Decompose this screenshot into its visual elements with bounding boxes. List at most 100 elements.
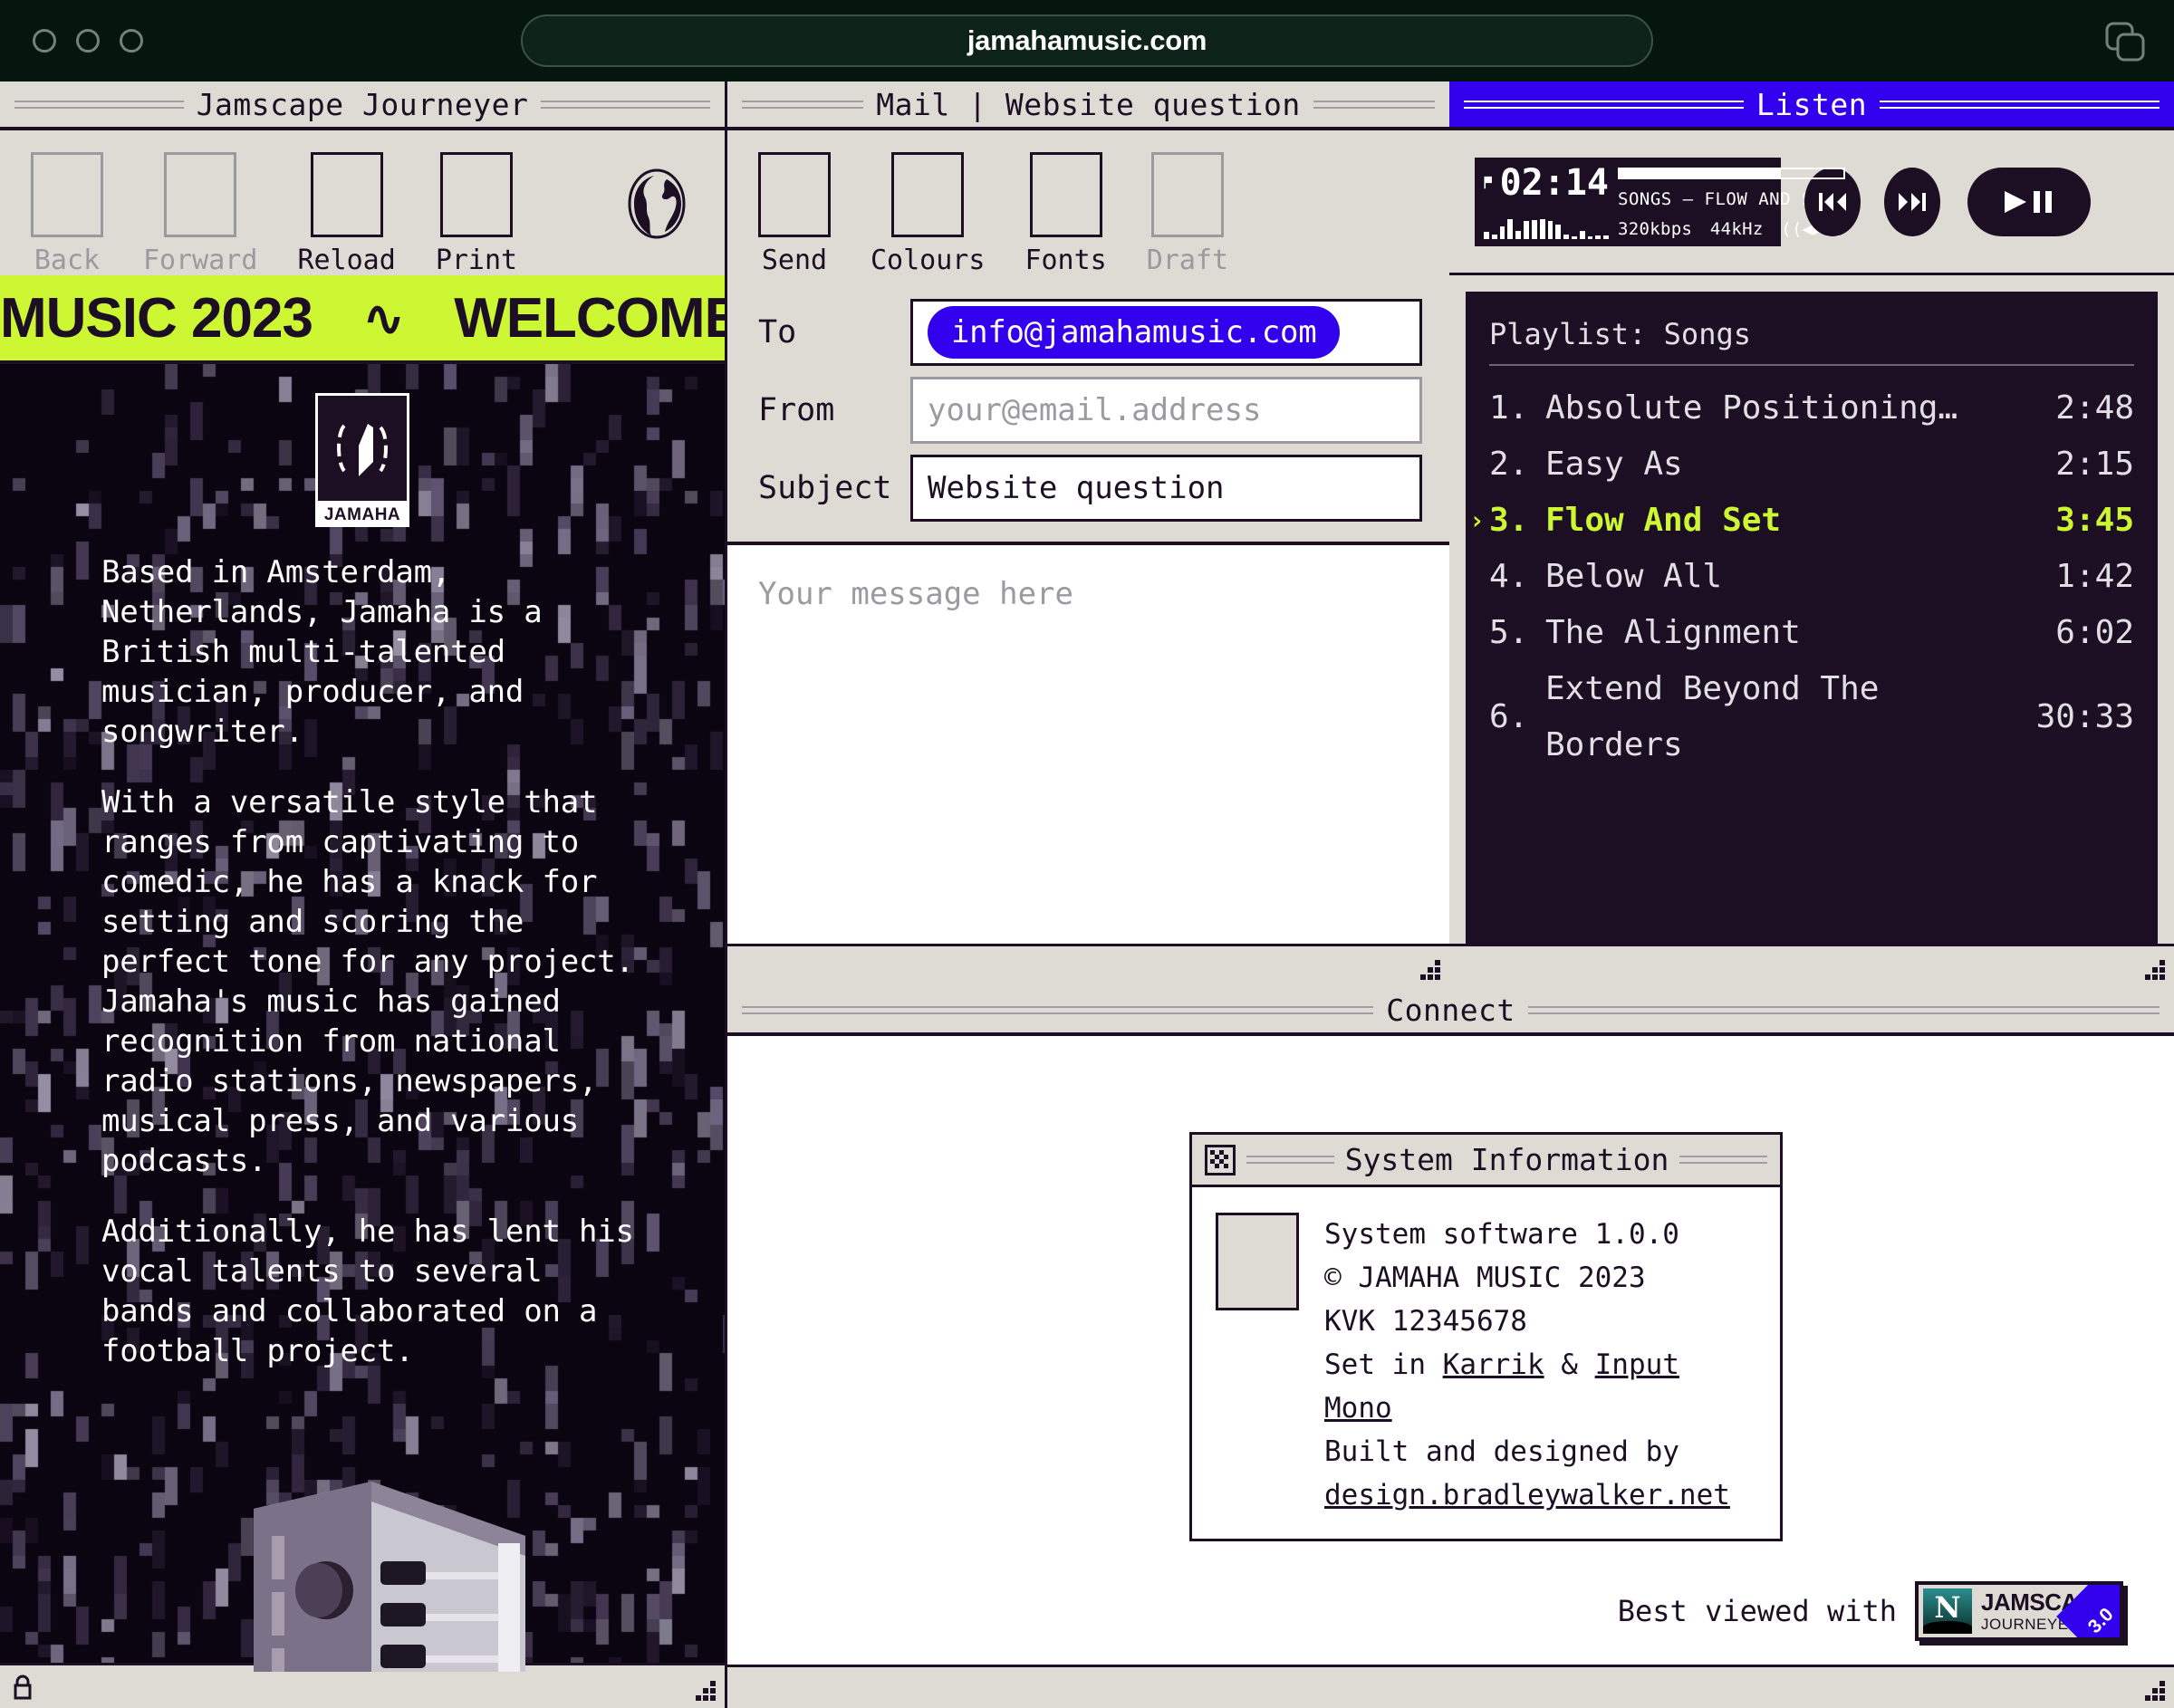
titlebar-rule-left (14, 100, 184, 109)
font-link-karrik[interactable]: Karrik (1443, 1348, 1544, 1381)
best-viewed-with: Best viewed with JAMSCAPE JOURNEYER 3.0 (1618, 1581, 2123, 1641)
mail-from-input[interactable]: your@email.address (910, 377, 1422, 444)
back-button[interactable]: Back (31, 152, 103, 276)
jamaha-logo-name: JAMAHA (323, 505, 401, 524)
player-lcd-display: 02:14 SONGS — FLOW AND SET… 320kbps 44kH… (1475, 157, 1845, 246)
maximize-window-button[interactable] (120, 29, 143, 53)
print-button[interactable]: Print (436, 152, 517, 276)
browser-chrome: jamahamusic.com (0, 0, 2174, 82)
reload-button[interactable]: Reload (297, 152, 396, 276)
connect-titlebar[interactable]: Connect (727, 987, 2174, 1036)
listen-window-pane: Listen 02:14 SONGS — FLOW AND SET… 320kb… (1449, 82, 2174, 987)
url-bar[interactable]: jamahamusic.com (521, 14, 1653, 67)
reload-label: Reload (297, 245, 396, 276)
mail-titlebar-rule-right (1313, 100, 1435, 109)
browser-toolbar: Back Forward Reload Print (0, 130, 725, 276)
forward-icon (164, 152, 237, 237)
now-playing-cursor: › (1469, 505, 1485, 535)
tabs-icon[interactable] (2100, 16, 2149, 65)
mail-titlebar[interactable]: Mail | Website question (727, 82, 1449, 130)
globe-icon[interactable] (627, 168, 687, 239)
lcd-samplerate: 44kHz (1709, 218, 1764, 239)
site-paragraph-3: Additionally, he has lent his vocal tale… (101, 1214, 634, 1369)
track-title: Easy As (1545, 446, 1683, 483)
equalizer-bar (1579, 230, 1585, 239)
lcd-bitrate: 320kbps (1618, 218, 1693, 239)
track-duration: 30:33 (2035, 698, 2134, 735)
lcd-left: 02:14 (1484, 165, 1609, 239)
track-row[interactable]: 4. Below All 1:42 (1489, 549, 2134, 605)
designer-link[interactable]: design.bradleywalker.net (1324, 1479, 1730, 1511)
track-row[interactable]: › 3. Flow And Set 3:45 (1469, 493, 2134, 549)
close-window-button[interactable] (33, 29, 56, 53)
mail-subject-label: Subject (758, 470, 892, 506)
browser-titlebar[interactable]: Jamscape Journeyer (0, 82, 725, 130)
connect-statusbar (727, 1665, 2174, 1708)
mail-fields: To info@jamahamusic.com From your@email.… (727, 275, 1449, 545)
track-row[interactable]: 5. The Alignment 6:02 (1489, 605, 2134, 661)
resize-grip[interactable] (692, 1677, 719, 1704)
track-number: 4. (1489, 558, 1529, 595)
minimize-window-button[interactable] (76, 29, 100, 53)
sysinfo-thumbnail (1216, 1213, 1299, 1310)
lock-icon (11, 1674, 34, 1701)
mail-to-input[interactable]: info@jamahamusic.com (910, 299, 1422, 366)
system-information-window: System Information System software 1.0.0… (1189, 1132, 1783, 1541)
mail-subject-field: Subject Website question (758, 455, 1422, 522)
connect-window-title: Connect (1386, 992, 1515, 1028)
jamscape-journeyer-badge[interactable]: JAMSCAPE JOURNEYER 3.0 (1915, 1581, 2123, 1641)
playing-flag-icon (1484, 176, 1492, 188)
track-row[interactable]: 6. Extend Beyond The Borders 30:33 (1489, 661, 2134, 773)
fonts-button[interactable]: Fonts (1024, 152, 1107, 276)
reload-icon (310, 152, 383, 237)
browser-window-title: Jamscape Journeyer (196, 86, 529, 122)
listen-resize-grip[interactable] (2141, 956, 2169, 984)
browser-window-pane: Jamscape Journeyer Back Forward Reload P… (0, 82, 725, 1708)
mail-titlebar-rule-left (742, 100, 864, 109)
sysinfo-line-credit: design.bradleywalker.net (1324, 1473, 1756, 1517)
send-button[interactable]: Send (758, 152, 831, 276)
marquee-text-1: MUSIC 2023 (0, 286, 313, 350)
playlist-divider (1489, 364, 2134, 366)
play-pause-icon (2005, 190, 2052, 213)
play-pause-button[interactable] (1967, 167, 2091, 236)
mail-from-placeholder: your@email.address (928, 392, 1262, 428)
draft-label: Draft (1146, 245, 1229, 276)
site-paragraph-1: Based in Amsterdam, Netherlands, Jamaha … (101, 554, 543, 750)
listen-titlebar-rule-right (1880, 100, 2160, 109)
track-number: 1. (1489, 389, 1529, 427)
traffic-lights (33, 29, 143, 53)
next-track-button[interactable] (1884, 167, 1940, 236)
track-title: The Alignment (1545, 614, 1801, 651)
track-number: 6. (1489, 698, 1529, 735)
close-icon[interactable] (1205, 1144, 1236, 1175)
listen-titlebar[interactable]: Listen (1449, 82, 2174, 130)
connect-resize-grip[interactable] (2141, 1677, 2169, 1704)
jamaha-logo-card: JAMAHA (315, 393, 409, 527)
track-row[interactable]: 2. Easy As 2:15 (1489, 437, 2134, 493)
recipient-chip[interactable]: info@jamahamusic.com (928, 306, 1341, 359)
mail-resize-grip[interactable] (1417, 956, 1444, 984)
sysinfo-titlebar[interactable]: System Information (1192, 1135, 1780, 1187)
track-title: Absolute Positioning… (1545, 389, 1958, 427)
mail-subject-input[interactable]: Website question (910, 455, 1422, 522)
draft-button[interactable]: Draft (1147, 152, 1228, 276)
site-paragraph-2: With a versatile style that ranges from … (101, 784, 634, 1179)
forward-button[interactable]: Forward (143, 152, 257, 276)
equalizer-bar (1547, 220, 1554, 239)
colours-icon (891, 152, 965, 237)
listen-titlebar-rule-left (1464, 100, 1744, 109)
track-row[interactable]: 1. Absolute Positioning… 2:48 (1489, 380, 2134, 437)
lcd-elapsed-time: 02:14 (1484, 165, 1609, 201)
mail-message-textarea[interactable]: Your message here (727, 545, 1449, 951)
equalizer-bar (1507, 218, 1514, 239)
next-track-icon (1899, 192, 1926, 211)
draft-icon (1150, 152, 1224, 237)
seek-bar[interactable] (1618, 167, 1845, 179)
sysinfo-line-software: System software 1.0.0 (1324, 1218, 1679, 1251)
colours-button[interactable]: Colours (871, 152, 985, 276)
mail-subject-value: Website question (928, 470, 1225, 506)
track-number: 3. (1489, 502, 1529, 539)
equalizer-bar (1499, 225, 1505, 239)
sysinfo-line-kvk: KVK 12345678 (1324, 1305, 1527, 1338)
